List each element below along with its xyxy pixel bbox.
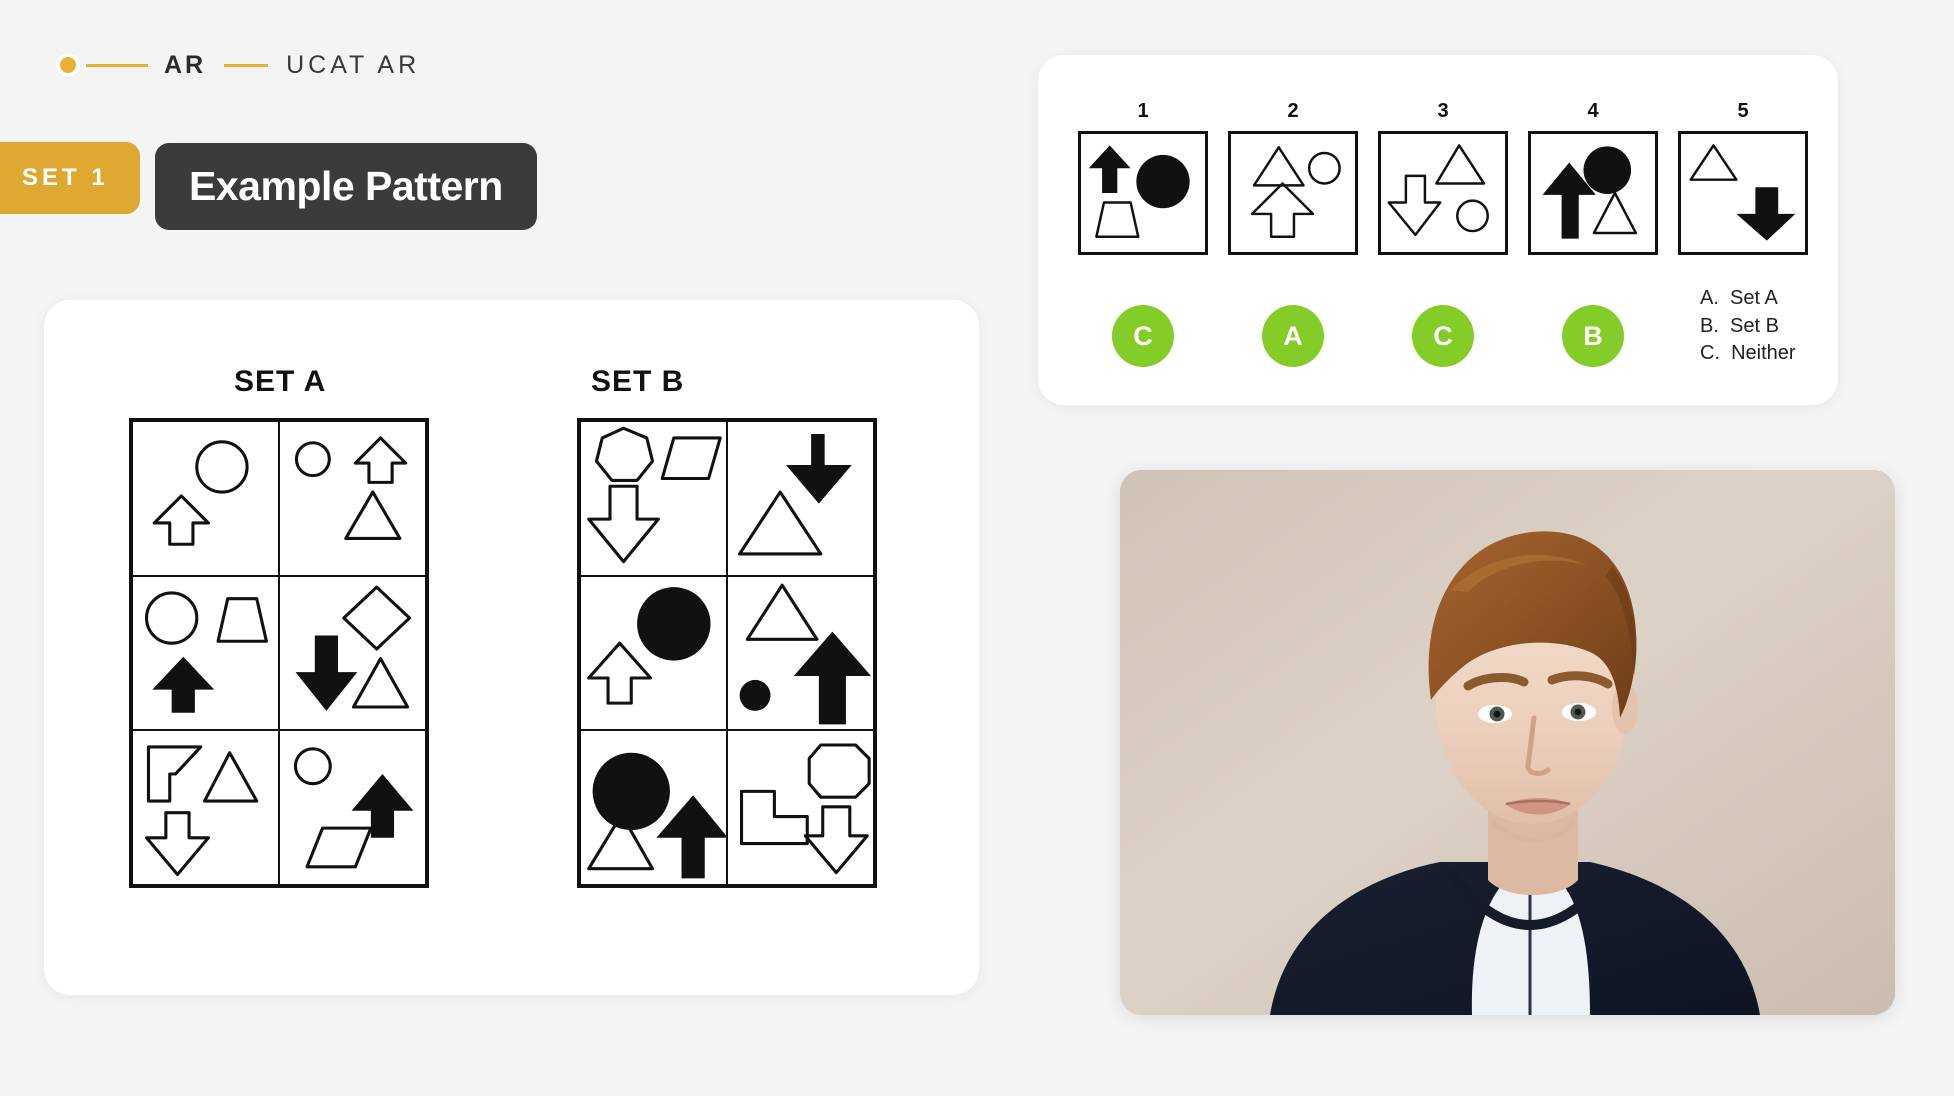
set-a-grid bbox=[129, 418, 429, 888]
breadcrumb-section-label: UCAT AR bbox=[286, 50, 421, 79]
answer-badge[interactable]: C bbox=[1412, 305, 1474, 367]
answer-slot-1: C bbox=[1078, 305, 1208, 367]
set-b-label: SET B bbox=[591, 365, 685, 398]
legend-option-a: A. Set A bbox=[1700, 287, 1778, 309]
question-item-1[interactable]: 1 bbox=[1078, 100, 1208, 255]
set-a-cell-r2c1 bbox=[132, 575, 279, 731]
question-answers: C A C B bbox=[1078, 305, 1808, 367]
question-box[interactable] bbox=[1228, 131, 1358, 255]
set-a-cell-r1c2 bbox=[279, 421, 426, 576]
question-box[interactable] bbox=[1078, 131, 1208, 255]
answer-badge[interactable]: B bbox=[1562, 305, 1624, 367]
breadcrumb-step-label: AR bbox=[164, 50, 207, 79]
breadcrumb-divider-line-2 bbox=[224, 63, 269, 67]
answer-slot-2: A bbox=[1228, 305, 1358, 367]
set-b-cell-r2c2 bbox=[727, 575, 874, 731]
question-number: 3 bbox=[1437, 100, 1449, 122]
question-box[interactable] bbox=[1678, 131, 1808, 255]
set-a-label: SET A bbox=[234, 365, 327, 398]
question-item-2[interactable]: 2 bbox=[1228, 100, 1358, 255]
question-box[interactable] bbox=[1378, 131, 1508, 255]
set-badge: SET 1 bbox=[0, 142, 140, 214]
answer-badge[interactable]: A bbox=[1262, 305, 1324, 367]
question-item-5[interactable]: 5 bbox=[1678, 100, 1808, 255]
legend-option-b: B. Set B bbox=[1700, 314, 1779, 337]
breadcrumb-divider-line bbox=[86, 63, 148, 67]
set-b-cell-r3c2 bbox=[727, 730, 874, 885]
set-b-cell-r1c2 bbox=[727, 421, 874, 576]
set-a-cell-r3c1 bbox=[132, 730, 279, 885]
question-box[interactable] bbox=[1528, 131, 1658, 255]
page-title: Example Pattern bbox=[155, 143, 537, 230]
breadcrumb: AR UCAT AR bbox=[56, 50, 420, 80]
set-a-cell-r2c2 bbox=[279, 575, 426, 731]
set-b-cell-r2c1 bbox=[580, 575, 727, 731]
question-items: 1 2 3 4 5 bbox=[1078, 100, 1808, 255]
answer-legend: A. Set A B. Set B C. Neither bbox=[1700, 285, 1796, 368]
answer-slot-4: B bbox=[1528, 305, 1658, 367]
set-a-cell-r3c2 bbox=[279, 730, 426, 885]
set-b-grid bbox=[577, 418, 877, 888]
question-item-4[interactable]: 4 bbox=[1528, 100, 1658, 255]
question-number: 2 bbox=[1287, 100, 1299, 122]
example-pattern-card: SET A SET B bbox=[44, 300, 979, 995]
presenter-video-feed bbox=[1120, 470, 1895, 1015]
set-a-cell-r1c1 bbox=[132, 421, 279, 576]
question-number: 4 bbox=[1587, 100, 1599, 122]
set-b-cell-r3c1 bbox=[580, 730, 727, 885]
question-item-3[interactable]: 3 bbox=[1378, 100, 1508, 255]
answer-slot-3: C bbox=[1378, 305, 1508, 367]
legend-option-c: C. Neither bbox=[1700, 342, 1796, 365]
set-b-cell-r1c1 bbox=[580, 421, 727, 576]
answer-badge[interactable]: C bbox=[1112, 305, 1174, 367]
question-number: 5 bbox=[1737, 100, 1749, 122]
question-number: 1 bbox=[1137, 100, 1149, 122]
progress-dot-icon bbox=[56, 53, 80, 77]
